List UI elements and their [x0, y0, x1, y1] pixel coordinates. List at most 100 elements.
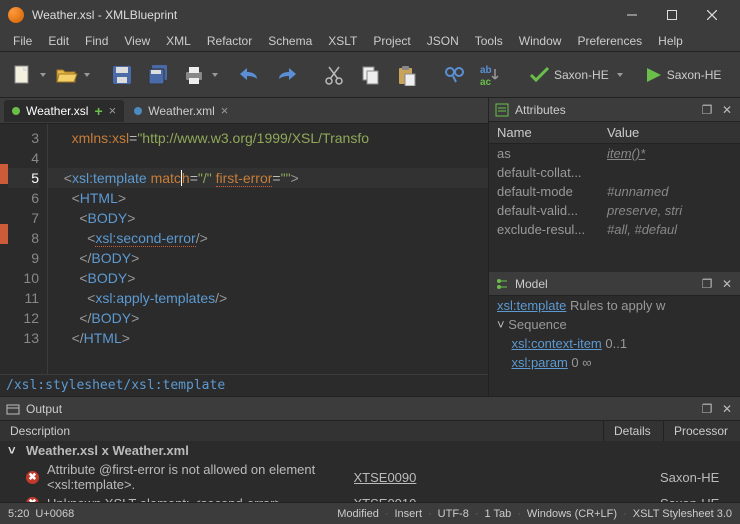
- attributes-restore-button[interactable]: ❐: [700, 103, 714, 117]
- print-button[interactable]: [178, 59, 210, 91]
- menu-tools[interactable]: Tools: [468, 32, 510, 50]
- output-error-code[interactable]: XTSE0090: [354, 470, 653, 485]
- expand-icon[interactable]: ˅: [8, 443, 18, 458]
- menu-help[interactable]: Help: [651, 32, 690, 50]
- code-line[interactable]: <xsl:template match="/" first-error="">: [48, 168, 488, 188]
- menu-preferences[interactable]: Preferences: [570, 32, 649, 50]
- output-group[interactable]: ˅Weather.xsl x Weather.xml: [0, 441, 740, 460]
- tab-weather-xsl[interactable]: Weather.xsl+×: [4, 100, 124, 122]
- line-number[interactable]: 7: [8, 208, 39, 228]
- code-line[interactable]: </HTML>: [48, 328, 488, 348]
- code-line[interactable]: </BODY>: [48, 248, 488, 268]
- model-restore-button[interactable]: ❐: [700, 277, 714, 291]
- attribute-row[interactable]: exclude-resul...#all, #defaul: [489, 220, 740, 239]
- open-file-button[interactable]: [50, 59, 82, 91]
- error-icon: ✖: [26, 497, 39, 502]
- line-number[interactable]: 9: [8, 248, 39, 268]
- menu-file[interactable]: File: [6, 32, 39, 50]
- attributes-close-button[interactable]: ✕: [720, 103, 734, 117]
- line-number[interactable]: 13: [8, 328, 39, 348]
- close-button[interactable]: [692, 0, 732, 30]
- output-row[interactable]: ✖Unknown XSLT element: <second-error>.XT…: [0, 494, 740, 502]
- code-line[interactable]: <xsl:apply-templates/>: [48, 288, 488, 308]
- output-row[interactable]: ✖Attribute @first-error is not allowed o…: [0, 460, 740, 494]
- attr-value[interactable]: #all, #defaul: [599, 220, 740, 239]
- menu-json[interactable]: JSON: [420, 32, 466, 50]
- save-all-button[interactable]: [142, 59, 174, 91]
- model-row[interactable]: xsl:param 0 ∞: [489, 353, 740, 372]
- menu-refactor[interactable]: Refactor: [200, 32, 259, 50]
- line-number[interactable]: 11: [8, 288, 39, 308]
- copy-button[interactable]: [354, 59, 386, 91]
- validate-dropdown[interactable]: [617, 73, 623, 77]
- replace-button[interactable]: abac: [474, 59, 506, 91]
- new-file-dropdown[interactable]: [40, 73, 46, 77]
- attribute-row[interactable]: default-mode#unnamed: [489, 182, 740, 201]
- new-file-button[interactable]: [6, 59, 38, 91]
- attr-value[interactable]: #unnamed: [599, 182, 740, 201]
- tab-weather-xml[interactable]: Weather.xml ×: [126, 100, 236, 122]
- output-restore-button[interactable]: ❐: [700, 402, 714, 416]
- code-line[interactable]: <BODY>: [48, 208, 488, 228]
- maximize-button[interactable]: [652, 0, 692, 30]
- attribute-row[interactable]: asitem()*: [489, 144, 740, 163]
- attr-value[interactable]: preserve, stri: [599, 201, 740, 220]
- tab-close-button[interactable]: ×: [109, 103, 117, 118]
- code-editor[interactable]: 345678910111213 xmlns:xsl="http://www.w3…: [0, 124, 488, 374]
- model-close-button[interactable]: ✕: [720, 277, 734, 291]
- menu-xslt[interactable]: XSLT: [321, 32, 364, 50]
- line-number[interactable]: 8: [8, 228, 39, 248]
- redo-button[interactable]: [270, 59, 302, 91]
- menu-project[interactable]: Project: [366, 32, 417, 50]
- save-button[interactable]: [106, 59, 138, 91]
- attr-header-name[interactable]: Name: [489, 122, 599, 143]
- output-close-button[interactable]: ✕: [720, 402, 734, 416]
- code-line[interactable]: <HTML>: [48, 188, 488, 208]
- model-row[interactable]: ˅ Sequence: [489, 315, 740, 334]
- validate-button[interactable]: Saxon-HE: [522, 59, 615, 91]
- output-header-details[interactable]: Details: [604, 421, 664, 441]
- line-number[interactable]: 10: [8, 268, 39, 288]
- output-error-code[interactable]: XTSE0010: [354, 496, 653, 502]
- code-line[interactable]: <xsl:second-error/>: [48, 228, 488, 248]
- output-header-processor[interactable]: Processor: [664, 421, 740, 441]
- cut-button[interactable]: [318, 59, 350, 91]
- model-row[interactable]: xsl:context-item 0..1: [489, 334, 740, 353]
- attribute-row[interactable]: default-valid...preserve, stri: [489, 201, 740, 220]
- line-number[interactable]: 12: [8, 308, 39, 328]
- tab-close-button[interactable]: ×: [221, 103, 229, 118]
- menu-find[interactable]: Find: [78, 32, 115, 50]
- attr-value[interactable]: item()*: [599, 144, 740, 163]
- output-header-description[interactable]: Description: [0, 421, 604, 441]
- code-line[interactable]: [48, 148, 488, 168]
- menu-view[interactable]: View: [117, 32, 157, 50]
- line-number[interactable]: 5: [8, 168, 39, 188]
- model-title: Model: [515, 277, 548, 291]
- run-button[interactable]: Saxon-HE: [639, 59, 728, 91]
- model-row[interactable]: xsl:template Rules to apply w: [489, 296, 740, 315]
- menu-edit[interactable]: Edit: [41, 32, 76, 50]
- open-file-dropdown[interactable]: [84, 73, 90, 77]
- code-line[interactable]: xmlns:xsl="http://www.w3.org/1999/XSL/Tr…: [48, 128, 488, 148]
- paste-button[interactable]: [390, 59, 422, 91]
- attr-value[interactable]: [599, 163, 740, 182]
- undo-button[interactable]: [234, 59, 266, 91]
- line-number[interactable]: 3: [8, 128, 39, 148]
- attr-header-value[interactable]: Value: [599, 122, 740, 143]
- line-number[interactable]: 4: [8, 148, 39, 168]
- line-mark: [0, 244, 8, 264]
- menu-xml[interactable]: XML: [159, 32, 198, 50]
- code-line[interactable]: <BODY>: [48, 268, 488, 288]
- menu-window[interactable]: Window: [512, 32, 569, 50]
- code-body[interactable]: xmlns:xsl="http://www.w3.org/1999/XSL/Tr…: [48, 124, 488, 374]
- minimize-button[interactable]: [612, 0, 652, 30]
- attribute-row[interactable]: default-collat...: [489, 163, 740, 182]
- output-panel-header: Output ❐ ✕: [0, 397, 740, 421]
- find-button[interactable]: [438, 59, 470, 91]
- breadcrumb[interactable]: /xsl:stylesheet/xsl:template: [0, 374, 488, 396]
- line-number[interactable]: 6: [8, 188, 39, 208]
- code-line[interactable]: </BODY>: [48, 308, 488, 328]
- print-dropdown[interactable]: [212, 73, 218, 77]
- tab-label: Weather.xml: [148, 104, 214, 118]
- menu-schema[interactable]: Schema: [261, 32, 319, 50]
